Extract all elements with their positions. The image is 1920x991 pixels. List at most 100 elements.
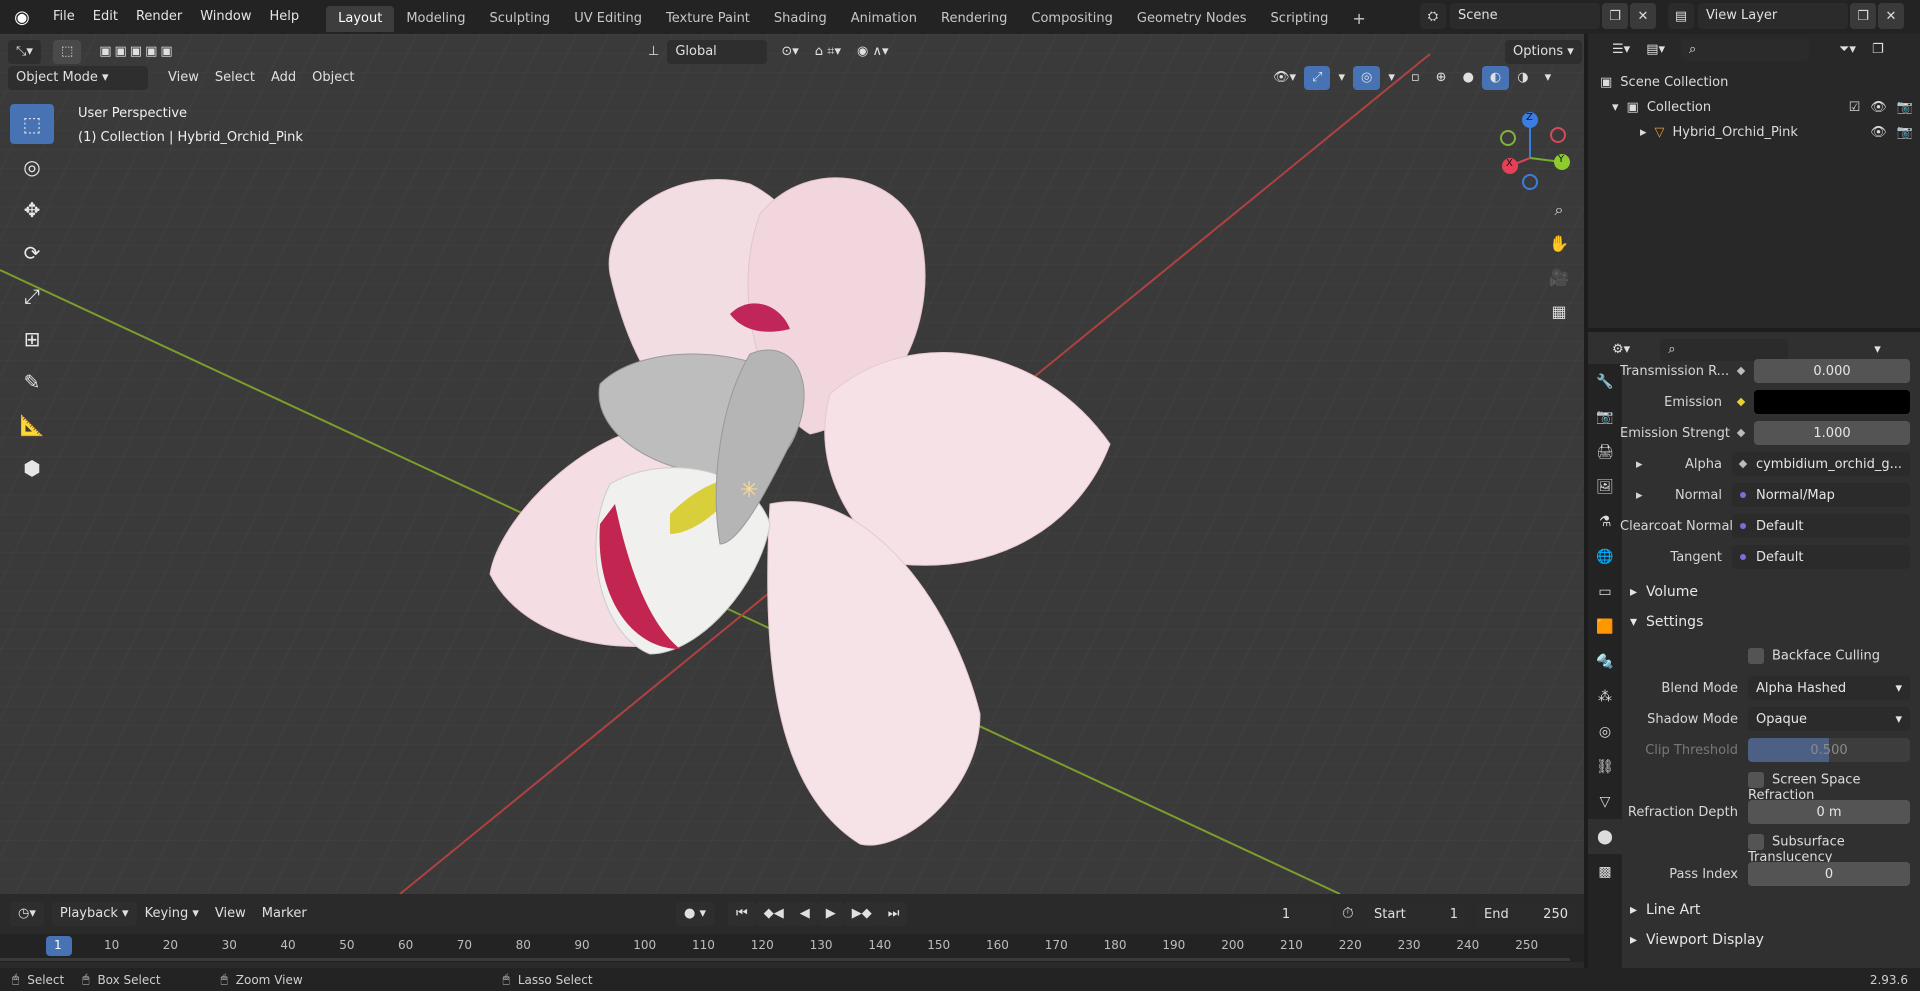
prev-keyframe-icon[interactable]: ◆◀ xyxy=(755,902,792,926)
menu-marker[interactable]: Marker xyxy=(254,902,315,926)
panel-volume[interactable]: ▸ Volume xyxy=(1630,584,1698,600)
navigation-gizmo[interactable]: Z Y X xyxy=(1490,108,1580,198)
jump-start-icon[interactable]: ⏮ xyxy=(728,902,756,926)
prop-tangent[interactable]: Tangent Default xyxy=(1620,544,1910,570)
prop-clip-threshold[interactable]: Clip Threshold 0.500 xyxy=(1620,737,1910,763)
refraction-depth-field[interactable]: 0 m xyxy=(1748,800,1910,824)
outliner-type-icon[interactable]: ☰▾ xyxy=(1604,38,1638,62)
shading-dropdown-icon[interactable]: ▾ xyxy=(1537,66,1560,90)
scale-tool-icon[interactable]: ⤢ xyxy=(10,276,54,316)
tab-uv-editing[interactable]: UV Editing xyxy=(562,6,654,32)
menu-timeline-view[interactable]: View xyxy=(207,902,254,926)
new-collection-icon[interactable]: ❐ xyxy=(1864,38,1892,62)
panel-settings[interactable]: ▾ Settings xyxy=(1630,614,1703,630)
backface-culling-checkbox[interactable]: Backface Culling xyxy=(1748,648,1880,664)
stopwatch-icon[interactable]: ⏱ xyxy=(1342,904,1354,922)
menu-file[interactable]: File xyxy=(44,0,84,34)
menu-keying[interactable]: Keying ▾ xyxy=(137,902,207,926)
prop-value[interactable]: cymbidium_orchid_g... xyxy=(1731,452,1910,476)
prop-pass-index[interactable]: Pass Index 0 xyxy=(1620,861,1910,887)
object-tab-icon[interactable]: 🟧 xyxy=(1588,609,1622,644)
gizmo-dropdown-icon[interactable]: ▾ xyxy=(1330,66,1353,90)
prop-value[interactable]: 0.000 xyxy=(1754,359,1910,383)
particles-tab-icon[interactable]: ⁂ xyxy=(1588,679,1622,714)
move-tool-icon[interactable]: ✥ xyxy=(10,190,54,230)
add-cube-tool-icon[interactable]: ⬢ xyxy=(10,448,54,488)
tab-compositing[interactable]: Compositing xyxy=(1019,6,1125,32)
render-camera-icon[interactable]: 📷 xyxy=(1897,100,1913,115)
rendered-shading-icon[interactable]: ◑ xyxy=(1509,66,1536,90)
prop-emission-strength[interactable]: Emission Strengt 1.000 xyxy=(1620,420,1910,446)
xray-icon[interactable]: ▫ xyxy=(1403,66,1428,90)
tab-texture-paint[interactable]: Texture Paint xyxy=(654,6,762,32)
exclude-checkbox-icon[interactable]: ☑ xyxy=(1849,100,1861,115)
data-tab-icon[interactable]: ▽ xyxy=(1588,784,1622,819)
play-reverse-icon[interactable]: ◀ xyxy=(791,902,818,926)
timeline-editor-type-icon[interactable]: ◷▾ xyxy=(10,902,44,926)
tab-layout[interactable]: Layout xyxy=(326,6,395,32)
expand-arrow-icon[interactable]: ▸ xyxy=(1620,488,1643,503)
material-shading-icon[interactable]: ◐ xyxy=(1481,66,1510,90)
cursor-tool-icon[interactable]: ◎ xyxy=(10,147,54,187)
outliner-row-scene-collection[interactable]: ▣ Scene Collection xyxy=(1600,70,1728,94)
checkbox-box[interactable] xyxy=(1748,834,1764,850)
prop-value[interactable]: 1.000 xyxy=(1754,421,1910,445)
prop-clearcoat-normal[interactable]: Clearcoat Normal Default xyxy=(1620,513,1910,539)
new-view-layer-icon[interactable]: ❐ xyxy=(1850,3,1876,29)
ortho-toggle-icon[interactable]: ▦ xyxy=(1545,302,1573,336)
overlay-dropdown-icon[interactable]: ▾ xyxy=(1380,66,1403,90)
collection-tab-icon[interactable]: ▭ xyxy=(1588,574,1622,609)
orientation-icon[interactable]: ⊥ xyxy=(640,40,667,64)
render-camera-icon[interactable]: 📷 xyxy=(1897,125,1913,140)
outliner-search-field[interactable]: ⌕ xyxy=(1681,39,1809,61)
overlay-toggle-icon[interactable]: ◎ xyxy=(1352,66,1381,90)
world-tab-icon[interactable]: 🌐 xyxy=(1588,539,1622,574)
3d-cursor-icon[interactable]: ✳ xyxy=(740,478,758,503)
menu-select[interactable]: Select xyxy=(207,66,263,90)
physics-tab-icon[interactable]: ◎ xyxy=(1588,714,1622,749)
prop-value[interactable]: Default xyxy=(1732,545,1910,569)
expand-arrow-icon[interactable]: ▸ xyxy=(1620,457,1643,472)
menu-add[interactable]: Add xyxy=(263,66,304,90)
filter-icon[interactable]: ⏷▾ xyxy=(1831,38,1864,62)
view-layer-icon[interactable]: ▤ xyxy=(1668,3,1694,29)
start-frame-field[interactable]: Start 1 xyxy=(1366,902,1466,928)
modifier-tab-icon[interactable]: 🔩 xyxy=(1588,644,1622,679)
measure-tool-icon[interactable]: 📐 xyxy=(10,405,54,445)
expand-arrow-icon[interactable]: ▸ xyxy=(1640,125,1647,140)
collapse-arrow-icon[interactable]: ▾ xyxy=(1612,100,1619,115)
clip-threshold-slider[interactable]: 0.500 xyxy=(1748,738,1910,762)
timeline-ruler[interactable]: 1 10 20 30 40 50 60 70 80 90 100 110 120 130 140 150 160… xyxy=(0,934,1584,962)
render-tab-icon[interactable]: 📷 xyxy=(1588,399,1622,434)
tab-scripting[interactable]: Scripting xyxy=(1259,6,1341,32)
view-layer-tab-icon[interactable]: 🖼 xyxy=(1588,469,1622,504)
prop-blend-mode[interactable]: Blend Mode Alpha Hashed ▾ xyxy=(1620,675,1910,701)
select-box-tool-icon[interactable]: ⬚ xyxy=(10,104,54,144)
emission-color-swatch[interactable] xyxy=(1754,390,1910,414)
pivot-icon[interactable]: ⊙▾ xyxy=(773,40,806,64)
outliner-row-object[interactable]: ▸ ▽ Hybrid_Orchid_Pink 👁 📷 xyxy=(1598,120,1913,144)
current-frame-field[interactable]: 1 xyxy=(1240,902,1332,928)
prop-refraction-depth[interactable]: Refraction Depth 0 m xyxy=(1620,799,1910,825)
prop-transmission-roughness[interactable]: Transmission R... 0.000 xyxy=(1620,358,1910,384)
tab-shading[interactable]: Shading xyxy=(762,6,839,32)
tab-sculpting[interactable]: Sculpting xyxy=(477,6,562,32)
blend-mode-dropdown[interactable]: Alpha Hashed ▾ xyxy=(1748,676,1910,700)
texture-tab-icon[interactable]: ▩ xyxy=(1588,854,1622,889)
display-mode-icon[interactable]: ▤▾ xyxy=(1638,38,1673,62)
select-tool-icon[interactable]: ⬚ xyxy=(52,40,82,64)
zoom-icon[interactable]: ⌕ xyxy=(1545,200,1573,234)
annotate-tool-icon[interactable]: ✎ xyxy=(10,362,54,402)
solid-shading-icon[interactable]: ● xyxy=(1455,66,1482,90)
transform-orientation-dropdown[interactable]: Global xyxy=(667,40,768,64)
transform-tool-icon[interactable]: ⊞ xyxy=(10,319,54,359)
prop-normal[interactable]: ▸ Normal Normal/Map xyxy=(1620,482,1910,508)
menu-object[interactable]: Object xyxy=(304,66,362,90)
record-keyframe-icon[interactable]: ● ▾ xyxy=(676,902,715,926)
selection-mode-icons[interactable]: ▣▣▣▣▣ xyxy=(91,40,183,64)
constraints-tab-icon[interactable]: ⛓ xyxy=(1588,749,1622,784)
mode-dropdown[interactable]: Object Mode ▾ xyxy=(8,66,148,90)
tab-modeling[interactable]: Modeling xyxy=(394,6,477,32)
menu-help[interactable]: Help xyxy=(261,0,309,34)
visibility-icon[interactable]: 👁▾ xyxy=(1265,66,1304,90)
